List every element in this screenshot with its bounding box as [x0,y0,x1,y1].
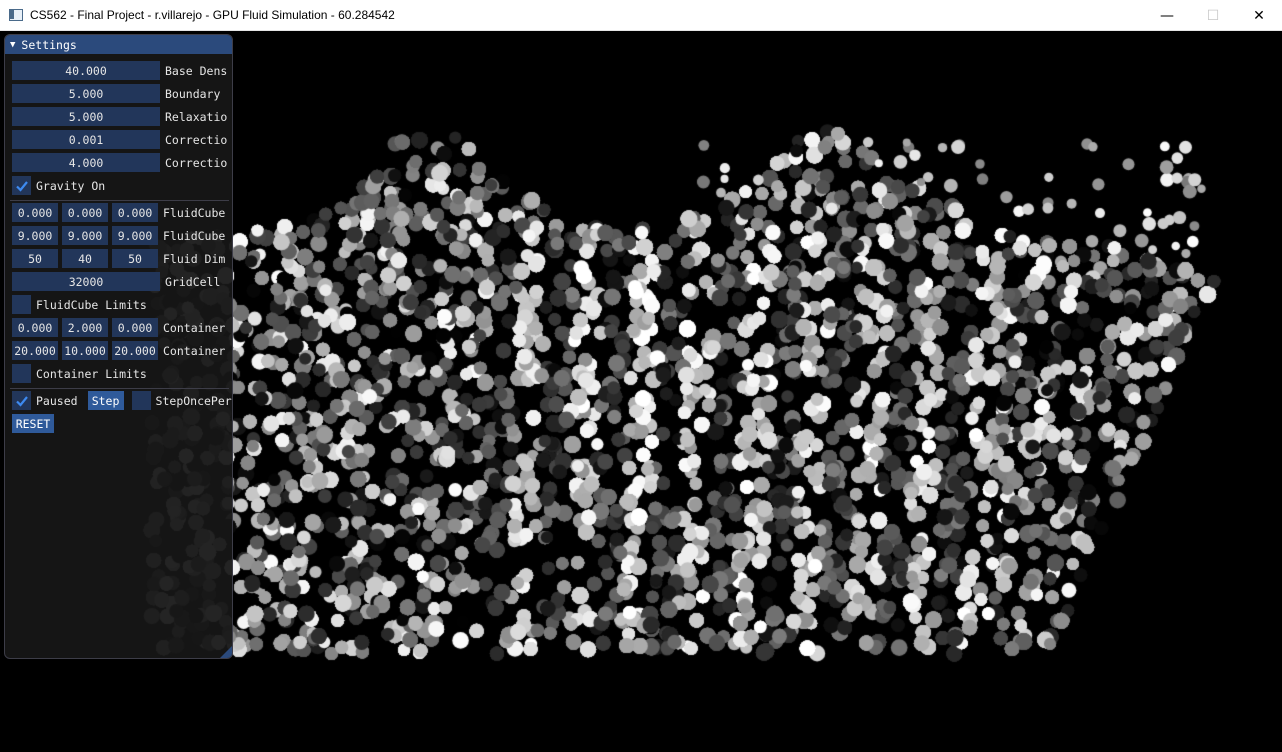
maximize-button[interactable]: ☐ [1190,0,1236,31]
container-limits-checkbox[interactable] [12,364,31,383]
settings-header[interactable]: ▼ Settings [5,35,232,54]
grid-cell-input[interactable]: 32000 [12,272,160,291]
collapse-arrow-icon[interactable]: ▼ [10,40,15,50]
container-limits-row: Container Limits [12,364,147,383]
fluid-dim-x[interactable]: 50 [12,249,58,268]
playback-row: Paused Step StepOncePer [12,391,232,410]
boundary-input[interactable]: 5.000 [12,84,160,103]
step-button[interactable]: Step [87,391,124,410]
gravity-checkbox[interactable] [12,176,31,195]
window-controls: — ☐ ✕ [1144,0,1282,31]
fluidcube-max-label: FluidCube [163,228,226,243]
correction-1-input[interactable]: 0.001 [12,130,160,149]
close-icon: ✕ [1253,7,1265,24]
correction-2-label: Correctio [165,155,228,170]
app-icon [8,7,24,23]
fluid-dim-z[interactable]: 50 [112,249,158,268]
fluid-dim-row: 50 40 50 Fluid Dim [12,249,225,268]
fluidcube-min-x[interactable]: 0.000 [12,203,58,222]
reset-button[interactable]: RESET [12,414,54,433]
container-max-label: Container [163,343,226,358]
fluid-dim-label: Fluid Dim [163,251,226,266]
fluid-dim-y[interactable]: 40 [62,249,108,268]
relaxation-input[interactable]: 5.000 [12,107,160,126]
separator [10,200,229,201]
settings-title: Settings [21,37,77,52]
separator [10,388,229,389]
container-min-z[interactable]: 0.000 [112,318,158,337]
gravity-label: Gravity On [36,178,106,193]
paused-label: Paused [36,393,78,408]
paused-checkbox[interactable] [12,391,31,410]
title-bar[interactable]: CS562 - Final Project - r.villarejo - GP… [0,0,1282,31]
resize-grip[interactable] [220,646,232,658]
settings-panel[interactable]: ▼ Settings 40.000 Base Dens 5.000 Bounda… [4,34,233,659]
maximize-icon: ☐ [1206,7,1220,24]
window-title: CS562 - Final Project - r.villarejo - GP… [30,8,395,22]
close-button[interactable]: ✕ [1236,0,1282,31]
container-max-z[interactable]: 20.000 [112,341,158,360]
container-limits-label: Container Limits [36,366,147,381]
correction-2-input[interactable]: 4.000 [12,153,160,172]
fluidcube-limits-row: FluidCube Limits [12,295,147,314]
grid-cell-label: GridCell [165,274,221,289]
relaxation-label: Relaxatio [165,109,228,124]
step-once-label: StepOncePer [155,393,232,408]
fluidcube-max-row: 9.000 9.000 9.000 FluidCube [12,226,225,245]
checkmark-icon [15,395,28,407]
base-density-input[interactable]: 40.000 [12,61,160,80]
gravity-row: Gravity On [12,176,105,195]
minimize-button[interactable]: — [1144,0,1190,31]
fluidcube-limits-label: FluidCube Limits [36,297,147,312]
boundary-label: Boundary [165,86,221,101]
relaxation-row: 5.000 Relaxatio [12,107,227,126]
fluidcube-max-x[interactable]: 9.000 [12,226,58,245]
fluidcube-min-label: FluidCube [163,205,226,220]
base-density-label: Base Dens [165,63,228,78]
correction-1-row: 0.001 Correctio [12,130,227,149]
base-density-row: 40.000 Base Dens [12,61,227,80]
correction-2-row: 4.000 Correctio [12,153,227,172]
minimize-icon: — [1160,7,1174,24]
container-min-row: 0.000 2.000 0.000 Container [12,318,225,337]
fluidcube-min-z[interactable]: 0.000 [112,203,158,222]
container-min-y[interactable]: 2.000 [62,318,108,337]
fluidcube-limits-checkbox[interactable] [12,295,31,314]
container-max-row: 20.000 10.000 20.000 Container [12,341,225,360]
container-max-y[interactable]: 10.000 [62,341,108,360]
fluidcube-max-z[interactable]: 9.000 [112,226,158,245]
checkmark-icon [15,180,28,192]
step-once-checkbox[interactable] [131,391,151,410]
container-min-label: Container [163,320,226,335]
reset-row: RESET [12,414,54,433]
boundary-row: 5.000 Boundary [12,84,220,103]
container-max-x[interactable]: 20.000 [12,341,58,360]
grid-cell-row: 32000 GridCell [12,272,220,291]
fluidcube-min-row: 0.000 0.000 0.000 FluidCube [12,203,225,222]
correction-1-label: Correctio [165,132,228,147]
fluidcube-max-y[interactable]: 9.000 [62,226,108,245]
fluidcube-min-y[interactable]: 0.000 [62,203,108,222]
container-min-x[interactable]: 0.000 [12,318,58,337]
